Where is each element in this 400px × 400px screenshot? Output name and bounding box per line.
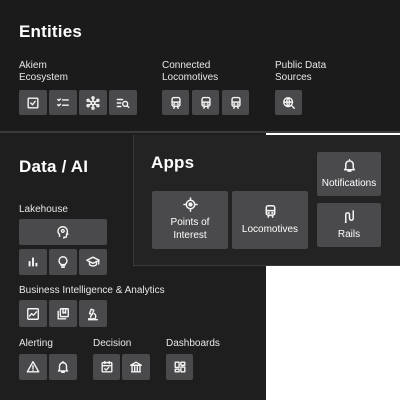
layers-button[interactable] — [49, 300, 77, 327]
list-search-button[interactable] — [109, 90, 137, 115]
dashboard-grid-icon — [173, 361, 186, 373]
train-front-icon — [170, 96, 181, 109]
dashboards-label: Dashboards — [166, 338, 220, 349]
microscope-icon — [87, 307, 99, 320]
network-hub-button[interactable] — [79, 90, 107, 115]
list-search-icon — [116, 98, 130, 108]
alerting-label: Alerting — [19, 338, 53, 349]
public-data-button[interactable] — [275, 90, 302, 115]
apps-panel: Apps Points of Interest Locomotives Noti… — [133, 135, 400, 266]
train-front-icon — [265, 204, 275, 218]
warning-button[interactable] — [19, 354, 47, 380]
app-label-locomotives: Locomotives — [241, 224, 299, 235]
decision-label: Decision — [93, 338, 132, 349]
bank-button[interactable] — [122, 354, 150, 380]
app-locomotives[interactable]: Locomotives — [232, 191, 308, 249]
rail-path-icon — [344, 210, 354, 224]
target-icon — [182, 197, 198, 212]
layers-icon — [57, 307, 69, 320]
public-data-label: Public Data Sources — [275, 60, 326, 84]
app-label-points-of-interest: Points of Interest — [171, 216, 210, 242]
app-rails[interactable]: Rails — [317, 203, 381, 247]
globe-search-icon — [282, 96, 295, 109]
dashboard-grid-button[interactable] — [166, 354, 193, 380]
bar-chart-button[interactable] — [19, 249, 47, 275]
brain-head-button[interactable] — [19, 219, 107, 245]
bank-icon — [130, 361, 142, 373]
connected-label-line1: Connected — [162, 60, 211, 71]
app-notifications[interactable]: Notifications — [317, 152, 381, 196]
entities-panel: Entities Akiem Ecosystem Connected Locom… — [0, 0, 400, 131]
calendar-check-icon — [100, 360, 113, 373]
data-ai-title: Data / AI — [19, 157, 89, 176]
apps-title: Apps — [151, 153, 195, 172]
warning-icon — [26, 361, 40, 373]
locomotive-button-1[interactable] — [162, 90, 189, 115]
app-points-of-interest[interactable]: Points of Interest — [152, 191, 228, 249]
graduation-cap-button[interactable] — [79, 249, 107, 275]
bell-button[interactable] — [49, 354, 77, 380]
line-chart-icon — [27, 307, 39, 320]
line-chart-button[interactable] — [19, 300, 47, 327]
train-front-icon — [230, 96, 241, 109]
connected-label-line2: Locomotives — [162, 72, 219, 83]
bell-icon — [57, 360, 69, 373]
calendar-check-button[interactable] — [93, 354, 120, 380]
train-front-icon — [200, 96, 211, 109]
public-data-label-line1: Public Data — [275, 60, 327, 71]
entities-title: Entities — [19, 22, 83, 41]
app-label-rails: Rails — [337, 229, 361, 240]
akiem-label-line2: Ecosystem — [19, 72, 68, 83]
checkbox-button[interactable] — [19, 90, 47, 115]
lightbulb-button[interactable] — [49, 249, 77, 275]
lightbulb-icon — [58, 256, 68, 268]
locomotive-button-2[interactable] — [192, 90, 219, 115]
app-label-notifications: Notifications — [321, 178, 377, 189]
locomotive-button-3[interactable] — [222, 90, 249, 115]
checklist-button[interactable] — [49, 90, 77, 115]
akiem-label-line1: Akiem — [19, 60, 47, 71]
bell-icon — [343, 158, 355, 172]
brain-head-icon — [57, 226, 69, 239]
lakehouse-label: Lakehouse — [19, 204, 68, 215]
poi-label-line2: Interest — [173, 230, 207, 241]
bi-label: Business Intelligence & Analytics — [19, 285, 165, 296]
graduation-cap-icon — [86, 256, 100, 267]
microscope-button[interactable] — [79, 300, 107, 327]
network-hub-icon — [86, 95, 100, 110]
akiem-label: Akiem Ecosystem — [19, 60, 68, 84]
bar-chart-icon — [28, 257, 38, 267]
connected-label: Connected Locomotives — [162, 60, 218, 84]
checkbox-icon — [27, 96, 39, 109]
public-data-label-line2: Sources — [275, 72, 312, 83]
poi-label-line1: Points of — [170, 217, 210, 228]
checklist-icon — [57, 97, 69, 106]
